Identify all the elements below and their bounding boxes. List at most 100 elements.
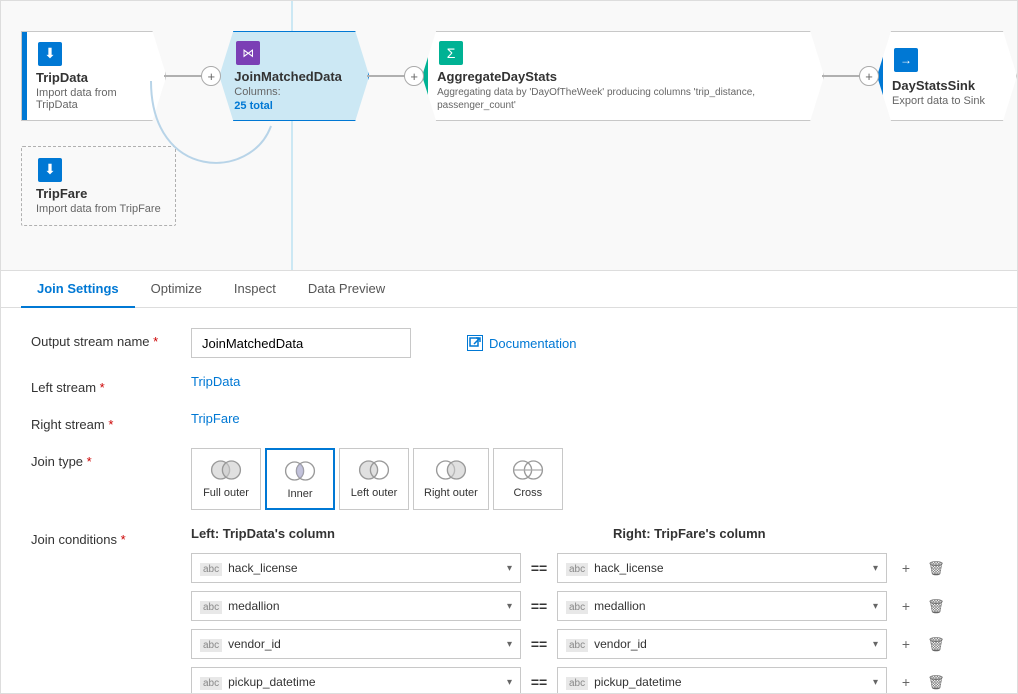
cross-icon [510, 457, 546, 483]
node-border-left [22, 32, 27, 120]
left-stream-label: Left stream * [31, 374, 191, 395]
delete-condition-3[interactable]: 🗑 [925, 671, 947, 693]
add-condition-0[interactable]: + [895, 557, 917, 579]
join-type-inner[interactable]: Inner [265, 448, 335, 510]
tab-optimize[interactable]: Optimize [135, 271, 218, 308]
chevron-down-icon-2: ▾ [507, 639, 512, 650]
aggregate-subtitle: Aggregating data by 'DayOfTheWeek' produ… [437, 86, 809, 112]
sink-icon: → [892, 46, 920, 74]
add-connector-3[interactable]: + [859, 66, 879, 86]
chevron-down-icon-r2: ▾ [873, 639, 878, 650]
tabs-bar: Join Settings Optimize Inspect Data Prev… [1, 271, 1017, 308]
full-outer-label: Full outer [203, 487, 249, 499]
chevron-down-icon-r3: ▾ [873, 677, 878, 688]
tripfare-subtitle: Import data from TripFare [36, 203, 161, 215]
full-outer-icon [208, 457, 244, 483]
join-icon: ⋈ [234, 41, 262, 65]
conditions-headers: Left: TripData's column Right: TripFare'… [191, 526, 987, 541]
conditions-content: Left: TripData's column Right: TripFare'… [191, 526, 987, 693]
doc-link[interactable]: Documentation [467, 335, 576, 351]
pipeline-node-tripdata[interactable]: ⬇ TripData Import data from TripData [21, 31, 166, 121]
left-col-1[interactable]: abcmedallion ▾ [191, 591, 521, 621]
connector-3: + [822, 75, 869, 77]
condition-row-2: abcvendor_id ▾ == abcvendor_id ▾ + 🗑 [191, 629, 987, 659]
left-outer-icon [356, 457, 392, 483]
delete-condition-1[interactable]: 🗑 [925, 595, 947, 617]
equals-2: == [529, 636, 549, 652]
right-stream-row: Right stream * TripFare [31, 411, 987, 432]
condition-row-3: abcpickup_datetime ▾ == abcpickup_dateti… [191, 667, 987, 693]
pipeline-node-sink[interactable]: → DayStatsSink Export data to Sink [877, 31, 1017, 121]
left-stream-value[interactable]: TripData [191, 374, 240, 389]
chevron-down-icon-1: ▾ [507, 601, 512, 612]
chevron-down-icon-r0: ▾ [873, 563, 878, 574]
equals-0: == [529, 560, 549, 576]
delete-condition-2[interactable]: 🗑 [925, 633, 947, 655]
inner-icon [282, 458, 318, 484]
join-type-left-outer[interactable]: Left outer [339, 448, 409, 510]
left-col-3[interactable]: abcpickup_datetime ▾ [191, 667, 521, 693]
join-type-row: Join type * Full outer [31, 448, 987, 510]
right-outer-icon [433, 457, 469, 483]
join-type-label: Join type * [31, 448, 191, 469]
condition-row-0: abchack_license ▾ == abchack_license ▾ +… [191, 553, 987, 583]
aggregate-icon: Σ [437, 41, 465, 65]
delete-condition-0[interactable]: 🗑 [925, 557, 947, 579]
join-type-cross[interactable]: Cross [493, 448, 563, 510]
join-type-right-outer[interactable]: Right outer [413, 448, 489, 510]
aggregate-title: AggregateDayStats [437, 69, 557, 84]
output-stream-input[interactable] [191, 328, 411, 358]
join-type-full-outer[interactable]: Full outer [191, 448, 261, 510]
curve-connector-svg [151, 81, 311, 201]
chevron-down-icon-3: ▾ [507, 677, 512, 688]
left-col-header: Left: TripData's column [191, 526, 521, 541]
output-stream-label: Output stream name * [31, 328, 191, 349]
left-col-2[interactable]: abcvendor_id ▾ [191, 629, 521, 659]
right-col-header: Right: TripFare's column [613, 526, 943, 541]
tab-data-preview[interactable]: Data Preview [292, 271, 401, 308]
sink-subtitle: Export data to Sink [892, 95, 985, 107]
add-connector-2[interactable]: + [404, 66, 424, 86]
tripdata-subtitle: Import data from TripData [36, 87, 151, 111]
equals-1: == [529, 598, 549, 614]
sink-title: DayStatsSink [892, 78, 975, 93]
connector-1: + [164, 75, 211, 77]
connector-2: + [367, 75, 414, 77]
right-stream-label: Right stream * [31, 411, 191, 432]
left-outer-label: Left outer [351, 487, 397, 499]
right-col-3[interactable]: abcpickup_datetime ▾ [557, 667, 887, 693]
tripfare-title: TripFare [36, 186, 87, 201]
inner-label: Inner [287, 488, 312, 500]
output-stream-row: Output stream name * Documentation [31, 328, 987, 358]
add-condition-3[interactable]: + [895, 671, 917, 693]
add-condition-1[interactable]: + [895, 595, 917, 617]
right-stream-controls: TripFare [191, 411, 987, 426]
import-icon: ⬇ [36, 42, 64, 66]
tab-join-settings[interactable]: Join Settings [21, 271, 135, 308]
condition-row-1: abcmedallion ▾ == abcmedallion ▾ + 🗑 [191, 591, 987, 621]
tripdata-title: TripData [36, 70, 88, 85]
output-stream-controls: Documentation [191, 328, 987, 358]
left-stream-row: Left stream * TripData [31, 374, 987, 395]
cross-label: Cross [513, 487, 542, 499]
join-conditions-row: Join conditions * Left: TripData's colum… [31, 526, 987, 693]
right-col-2[interactable]: abcvendor_id ▾ [557, 629, 887, 659]
chevron-down-icon-r1: ▾ [873, 601, 878, 612]
right-col-1[interactable]: abcmedallion ▾ [557, 591, 887, 621]
pipeline-canvas: ⬇ TripData Import data from TripData + ⋈ [1, 1, 1017, 271]
join-conditions-label: Join conditions * [31, 526, 191, 547]
left-stream-controls: TripData [191, 374, 987, 389]
right-col-0[interactable]: abchack_license ▾ [557, 553, 887, 583]
right-stream-value[interactable]: TripFare [191, 411, 240, 426]
chevron-down-icon-0: ▾ [507, 563, 512, 574]
tripfare-icon: ⬇ [36, 157, 64, 182]
doc-external-icon [467, 335, 483, 351]
pipeline-node-aggregate[interactable]: Σ AggregateDayStats Aggregating data by … [422, 31, 824, 121]
join-type-container: Full outer Inner [191, 448, 563, 510]
settings-panel: Output stream name * Documentation Left … [1, 308, 1017, 693]
right-outer-label: Right outer [424, 487, 478, 499]
left-col-0[interactable]: abchack_license ▾ [191, 553, 521, 583]
add-condition-2[interactable]: + [895, 633, 917, 655]
equals-3: == [529, 674, 549, 690]
tab-inspect[interactable]: Inspect [218, 271, 292, 308]
